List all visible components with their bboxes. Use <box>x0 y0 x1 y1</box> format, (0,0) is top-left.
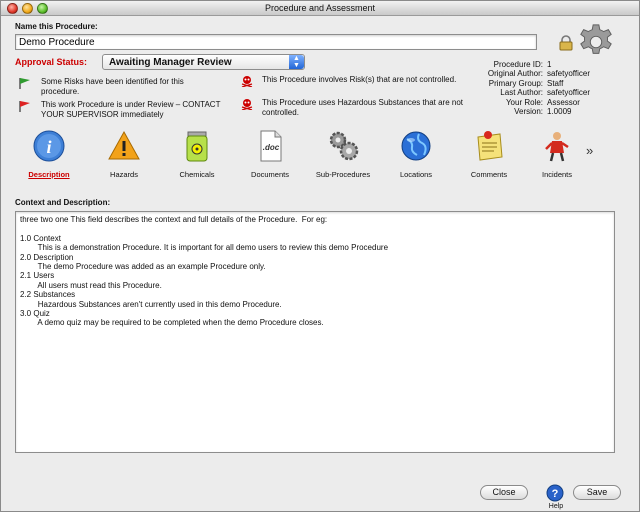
tab-chemicals[interactable]: Chemicals <box>167 129 227 179</box>
document-icon: .doc <box>260 130 282 162</box>
notice-risks-identified: Some Risks have been identified for this… <box>41 77 184 96</box>
tab-hazards-label: Hazards <box>110 170 138 179</box>
meta-version: Version: 1.0009 <box>514 107 572 117</box>
context-label: Context and Description: <box>15 198 111 207</box>
window-title: Procedure and Assessment <box>264 3 376 13</box>
tab-comments[interactable]: Comments <box>459 129 519 179</box>
tab-comments-label: Comments <box>470 170 508 179</box>
meta-original-author: Original Author: safetyofficer <box>487 69 590 79</box>
svg-text:?: ? <box>552 488 559 500</box>
select-arrows-icon: ▲ ▼ <box>289 55 304 69</box>
green-flag-icon <box>19 78 30 89</box>
tab-locations-label: Locations <box>399 170 433 179</box>
chemical-icon <box>186 131 208 162</box>
meta-procedure-id: Procedure ID: 1 <box>493 60 552 69</box>
svg-text:.doc: .doc <box>263 143 280 152</box>
section-toolbar: i Description Hazards Chemicals .doc Doc… <box>15 129 615 181</box>
name-label: Name this Procedure: <box>15 22 98 31</box>
tab-documents-label: Documents <box>251 170 289 179</box>
skull-icon <box>241 99 253 110</box>
tab-description[interactable]: i Description <box>19 129 79 179</box>
tab-description-label: Description <box>28 170 70 179</box>
tab-sub-procedures-label: Sub-Procedures <box>315 170 371 179</box>
tab-sub-procedures[interactable]: Sub-Procedures <box>313 129 373 179</box>
procedure-name-input[interactable] <box>15 34 537 50</box>
tab-locations[interactable]: Locations <box>386 129 446 179</box>
approval-status-label: Approval Status: <box>15 57 88 67</box>
incident-icon <box>545 132 569 162</box>
tab-hazards[interactable]: Hazards <box>94 129 154 179</box>
approval-status-select[interactable]: Awaiting Manager Review ▲ ▼ <box>102 54 305 70</box>
lock-icon[interactable] <box>558 35 574 51</box>
tab-incidents[interactable]: Incidents <box>527 129 587 179</box>
notice-under-review: This work Procedure is under Review – CO… <box>41 100 221 119</box>
meta-primary-group: Primary Group: Staff <box>488 78 564 88</box>
settings-gear-icon[interactable] <box>577 23 615 61</box>
save-button[interactable]: Save <box>573 485 621 500</box>
close-button[interactable]: Close <box>480 485 528 500</box>
notice-uncontrolled-substances: This Procedure uses Hazardous Substances… <box>262 98 463 117</box>
window-zoom-button[interactable] <box>37 3 48 14</box>
tab-chemicals-label: Chemicals <box>179 170 215 179</box>
context-description-textarea[interactable]: three two one This field describes the c… <box>15 211 615 453</box>
notice-uncontrolled-risks: This Procedure involves Risk(s) that are… <box>262 75 457 84</box>
window-minimize-button[interactable] <box>22 3 33 14</box>
meta-last-author: Last Author: safetyofficer <box>500 88 590 98</box>
gears-icon <box>329 131 359 161</box>
meta-your-role: Your Role: Assessor <box>505 97 580 107</box>
toolbar-more-chevron-icon[interactable]: » <box>586 143 593 158</box>
skull-icon <box>241 76 253 87</box>
procedure-metadata: Procedure ID: 1 Original Author: safetyoff… <box>461 60 631 116</box>
tab-incidents-label: Incidents <box>541 170 573 179</box>
title-bar: Procedure and Assessment <box>1 1 639 16</box>
help-label: Help <box>548 503 564 510</box>
warning-icon <box>108 130 140 160</box>
info-icon: i <box>33 130 65 162</box>
help-icon[interactable]: ? <box>546 484 564 502</box>
svg-text:i: i <box>46 137 51 157</box>
procedure-window: Procedure and Assessment Name this Proce… <box>0 0 640 512</box>
red-flag-icon <box>19 101 30 112</box>
tab-documents[interactable]: .doc Documents <box>240 129 300 179</box>
window-close-button[interactable] <box>7 3 18 14</box>
globe-icon <box>401 131 431 161</box>
note-icon <box>477 131 503 161</box>
approval-status-value: Awaiting Manager Review <box>109 57 232 68</box>
